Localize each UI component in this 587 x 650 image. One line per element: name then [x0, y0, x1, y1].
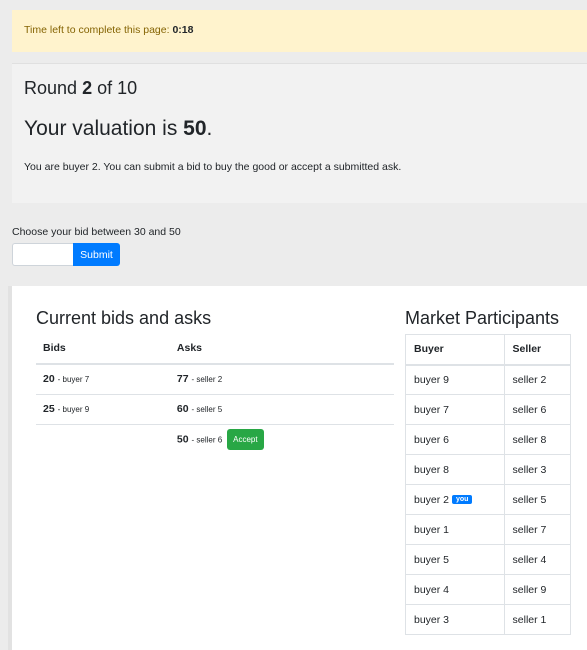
seller-cell: seller 7: [504, 514, 572, 545]
ask-who: - seller 5: [191, 405, 223, 414]
round-current: 2: [82, 78, 93, 98]
buyer-cell: buyer 7: [405, 394, 505, 425]
seller-cell: seller 8: [504, 424, 572, 455]
seller-cell: seller 4: [504, 544, 572, 575]
market-card: Current bids and asks Bids Asks 20 - buy…: [8, 286, 587, 650]
bids-header: Bids: [36, 334, 170, 365]
bid-label: Choose your bid between 30 and 50: [12, 226, 181, 238]
ask-who: - seller 6: [191, 435, 223, 445]
buyer-cell: buyer 9: [405, 364, 505, 395]
table-row: buyer 5 seller 4: [405, 544, 572, 575]
valuation-prefix: Your valuation is: [24, 117, 178, 140]
timer-alert: Time left to complete this page: 0:18: [12, 10, 587, 52]
table-row: 25 - buyer 9 60 - seller 5: [36, 393, 394, 424]
round-of: of 10: [97, 78, 138, 98]
timer-label: Time left to complete this page:: [24, 24, 170, 36]
bid-form: Submit: [12, 243, 120, 266]
bids-asks-title: Current bids and asks: [36, 308, 212, 328]
bid-cell: [36, 423, 170, 454]
round-title: Round 2 of 10: [24, 78, 580, 99]
table-row: 50 - seller 6 Accept: [36, 423, 394, 454]
seller-cell: seller 1: [504, 604, 572, 635]
seller-cell: seller 6: [504, 394, 572, 425]
ask-who: - seller 2: [191, 375, 223, 385]
you-badge: you: [451, 495, 473, 505]
ask-cell: 60 - seller 5: [169, 393, 394, 424]
bids-asks-table: Bids Asks 20 - buyer 7 77 - seller 2 25 …: [36, 334, 394, 454]
valuation-suffix: .: [206, 117, 213, 140]
accept-button[interactable]: Accept: [227, 428, 264, 450]
bids-asks-section: Current bids and asks Bids Asks 20 - buy…: [36, 308, 394, 454]
table-row: buyer 2 you seller 5: [405, 484, 572, 515]
valuation-heading: Your valuation is 50.: [24, 117, 580, 141]
buyer-cell: buyer 1: [405, 514, 505, 545]
buyer-cell: buyer 6: [405, 424, 505, 455]
role-text: You are buyer 2. You can submit a bid to…: [24, 161, 402, 173]
table-row: buyer 9 seller 2: [405, 364, 572, 395]
round-card: Round 2 of 10 Your valuation is 50. You …: [12, 63, 587, 203]
participants-title: Market Participants: [405, 308, 560, 328]
table-row: buyer 7 seller 6: [405, 394, 572, 425]
table-row: buyer 3 seller 1: [405, 604, 572, 635]
seller-cell: seller 3: [504, 454, 572, 485]
asks-header: Asks: [169, 334, 394, 365]
participants-table: Buyer Seller buyer 9 seller 2 buyer 7 sell…: [405, 334, 572, 635]
table-row: buyer 6 seller 8: [405, 424, 572, 455]
bid-value: 25: [43, 403, 55, 415]
ask-value: 50: [176, 433, 189, 446]
ask-value: 77: [176, 373, 189, 386]
submit-button[interactable]: Submit: [73, 243, 120, 266]
ask-cell: 50 - seller 6 Accept: [169, 423, 394, 454]
bid-cell: 25 - buyer 9: [36, 393, 170, 424]
buyer-cell: buyer 5: [405, 544, 505, 575]
seller-cell: seller 5: [504, 484, 572, 515]
bid-who: - buyer 7: [57, 375, 90, 385]
round-prefix: Round: [24, 78, 78, 98]
buyer-cell: buyer 8: [405, 454, 505, 485]
buyer-name: buyer 2: [414, 493, 450, 506]
bid-cell: 20 - buyer 7: [36, 364, 170, 394]
seller-cell: seller 2: [504, 364, 572, 395]
seller-header: Seller: [504, 334, 572, 366]
valuation-value: 50: [183, 117, 207, 140]
buyer-cell: buyer 4: [405, 574, 505, 605]
ask-cell: 77 - seller 2: [170, 364, 394, 394]
table-row: 20 - buyer 7 77 - seller 2: [36, 364, 394, 394]
bid-input[interactable]: [12, 243, 73, 266]
buyer-header: Buyer: [405, 334, 505, 366]
buyer-cell: buyer 2 you: [405, 484, 505, 515]
table-row: buyer 4 seller 9: [405, 574, 572, 605]
buyer-cell: buyer 3: [405, 604, 505, 635]
ask-value: 60: [176, 403, 189, 415]
table-row: buyer 8 seller 3: [405, 454, 572, 485]
bid-who: - buyer 9: [57, 405, 90, 414]
participants-section: Market Participants Buyer Seller buyer 9…: [405, 308, 575, 635]
table-row: buyer 1 seller 7: [405, 514, 572, 545]
seller-cell: seller 9: [504, 574, 572, 605]
bid-value: 20: [43, 373, 55, 386]
timer-value: 0:18: [172, 24, 194, 36]
